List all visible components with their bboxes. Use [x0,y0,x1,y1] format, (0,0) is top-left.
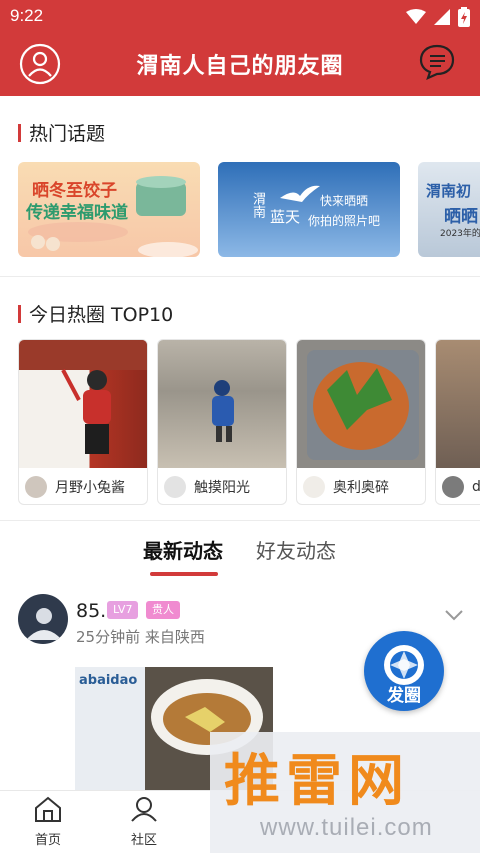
hot-topics-title: 热门话题 [29,123,106,145]
chevron-down-icon[interactable] [444,608,464,622]
topic-card-snow-line3: 2023年的 [440,229,480,239]
community-icon [131,797,157,822]
heading-accent-bar [18,304,21,323]
feed-tabs: 最新动态 好友动态 [0,535,480,579]
topic-card-dumplings-line2: 传递幸福味道 [26,203,128,223]
watermark-url: www.tuilei.com [260,814,433,841]
signal-icon [434,9,450,25]
top10-photo [436,340,480,468]
topic-card-blue-sky[interactable]: 渭南 蓝天 快来晒晒 你拍的照片吧 [218,162,400,257]
top10-user: 触摸阳光 [164,474,250,500]
post-username[interactable]: 85. [76,600,106,622]
level-badge: LV7 [107,601,139,619]
avatar-image [18,594,68,644]
bird-icon [280,185,320,202]
post-fab-button[interactable]: 发圈 [364,631,444,711]
messages-button[interactable] [418,43,460,85]
tab-latest[interactable]: 最新动态 [143,535,223,564]
topic-card-snow-line1: 渭南初 [426,182,472,200]
avatar [164,476,186,498]
app-screen: 9:22 渭南人自己的朋友圈 热门话题 晒冬至饺子 传递幸福味道 渭南 蓝天 快… [0,0,480,853]
title-badge: 贵人 [146,601,180,619]
topic-card-sky-city: 渭南 [250,192,265,218]
top10-card[interactable]: d [435,339,480,505]
topic-card-dumplings[interactable]: 晒冬至饺子 传递幸福味道 [18,162,200,257]
food-dish-image [307,350,419,460]
top10-photo [297,340,425,468]
avatar [442,476,464,498]
topic-card-sky-line3: 快来晒晒 [320,194,369,208]
top-bar: 9:22 渭南人自己的朋友圈 [0,0,480,96]
top10-username: 月野小兔酱 [55,480,125,496]
hot-topics-heading: 热门话题 [18,119,105,146]
app-header: 渭南人自己的朋友圈 [0,34,480,96]
heading-accent-bar [18,123,21,142]
top10-user: d [442,474,480,500]
nav-home-label: 首页 [34,833,61,848]
avatar [303,476,325,498]
topic-card-snow-line2: 晒晒 [444,207,478,227]
avatar [25,476,47,498]
status-bar: 9:22 [0,0,480,34]
watermark-overlay: 推雷网 www.tuilei.com [210,732,480,853]
active-tab-indicator [150,572,218,576]
top10-photo [158,340,286,468]
wifi-icon [406,9,426,24]
section-divider [0,276,480,277]
watermark-text: 推雷网 [224,749,410,814]
chat-bubble-icon [419,44,455,81]
status-icons [406,7,470,27]
battery-icon [458,7,470,27]
top10-card[interactable]: 月野小兔酱 [18,339,148,505]
section-divider [0,520,480,521]
top10-username: 触摸阳光 [194,480,250,496]
top10-user: 奥利奥碎 [303,474,389,500]
post-avatar[interactable] [18,594,68,644]
page-title: 渭南人自己的朋友圈 [136,54,344,79]
fab-label: 发圈 [387,686,421,706]
top10-heading: 今日热圈 TOP10 [18,300,173,327]
post-image-cup-text: abaidao [79,673,138,688]
topic-card-sky-word: 蓝天 [270,208,301,226]
tab-friends[interactable]: 好友动态 [256,535,336,564]
top10-card[interactable]: 触摸阳光 [157,339,287,505]
post-meta: 25分钟前 来自陕西 [76,628,205,646]
top10-username: 奥利奥碎 [333,480,389,496]
child-walking-image [212,380,234,442]
top10-username: d [472,479,480,495]
top10-photo [19,340,147,468]
status-time: 9:22 [10,6,44,25]
top10-card[interactable]: 奥利奥碎 [296,339,426,505]
home-icon [35,796,61,822]
top10-user: 月野小兔酱 [25,474,125,500]
nav-community-label: 社区 [130,833,157,848]
child-figure-image [19,340,147,454]
nav-home[interactable]: 首页 [18,795,78,848]
nav-community[interactable]: 社区 [114,795,174,848]
top10-title: 今日热圈 TOP10 [29,304,174,326]
topic-card-snow[interactable]: 渭南初 晒晒 2023年的 [418,162,480,257]
topic-card-sky-line4: 你拍的照片吧 [308,214,381,228]
